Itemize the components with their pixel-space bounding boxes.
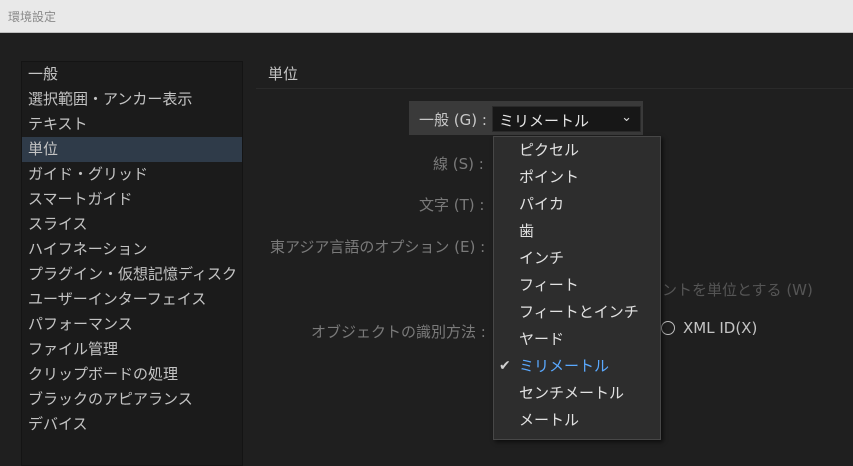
- general-unit-value: ミリメートル: [499, 112, 590, 130]
- sidebar-item-user-interface[interactable]: ユーザーインターフェイス: [22, 287, 242, 312]
- dropdown-option-pixels[interactable]: ピクセル: [494, 137, 660, 164]
- dropdown-option-feet[interactable]: フィート: [494, 272, 660, 299]
- section-title: 単位: [268, 65, 299, 83]
- dropdown-option-label: ミリメートル: [519, 357, 610, 375]
- east-asian-unit-label: 東アジア言語のオプション (E) :: [270, 238, 486, 256]
- stroke-unit-label: 線 (S) :: [433, 155, 484, 173]
- em-unit-checkbox-label[interactable]: ントを単位とする (W): [662, 279, 813, 300]
- checkmark-icon: ✔: [499, 358, 511, 374]
- sidebar-item-smart-guides[interactable]: スマートガイド: [22, 187, 242, 212]
- type-unit-label: 文字 (T) :: [419, 196, 485, 214]
- sidebar-item-slices[interactable]: スライス: [22, 212, 242, 237]
- dropdown-option-picas[interactable]: パイカ: [494, 191, 660, 218]
- sidebar-item-text[interactable]: テキスト: [22, 112, 242, 137]
- dropdown-option-yards[interactable]: ヤード: [494, 326, 660, 353]
- dropdown-option-centimeters[interactable]: センチメートル: [494, 380, 660, 407]
- sidebar-item-general[interactable]: 一般: [22, 62, 242, 87]
- general-unit-select[interactable]: ミリメートル ⌄: [492, 106, 641, 132]
- sidebar-item-performance[interactable]: パフォーマンス: [22, 312, 242, 337]
- sidebar-item-devices[interactable]: デバイス: [22, 412, 242, 437]
- xml-id-label[interactable]: XML ID(X): [683, 319, 757, 337]
- dropdown-option-meters[interactable]: メートル: [494, 407, 660, 434]
- sidebar-item-selection-anchor[interactable]: 選択範囲・アンカー表示: [22, 87, 242, 112]
- section-divider: [256, 88, 853, 89]
- object-id-label: オブジェクトの識別方法 :: [311, 323, 486, 341]
- unit-dropdown-menu: ピクセル ポイント パイカ 歯 インチ フィート フィートとインチ ヤード ✔ …: [493, 136, 661, 440]
- general-unit-row: 一般 (G) : ミリメートル ⌄: [409, 101, 643, 135]
- dropdown-option-inches[interactable]: インチ: [494, 245, 660, 272]
- dropdown-option-millimeters[interactable]: ✔ ミリメートル: [494, 353, 660, 380]
- chevron-down-icon: ⌄: [621, 110, 632, 125]
- general-unit-label: 一般 (G) :: [419, 111, 487, 129]
- dropdown-option-feet-inches[interactable]: フィートとインチ: [494, 299, 660, 326]
- window-title: 環境設定: [8, 10, 57, 24]
- sidebar-item-clipboard[interactable]: クリップボードの処理: [22, 362, 242, 387]
- preferences-sidebar: 一般 選択範囲・アンカー表示 テキスト 単位 ガイド・グリッド スマートガイド …: [21, 61, 243, 466]
- sidebar-item-units[interactable]: 単位: [22, 137, 242, 162]
- xml-id-radio[interactable]: [661, 321, 675, 335]
- dropdown-option-points[interactable]: ポイント: [494, 164, 660, 191]
- dropdown-option-ha[interactable]: 歯: [494, 218, 660, 245]
- sidebar-item-file-handling[interactable]: ファイル管理: [22, 337, 242, 362]
- sidebar-item-black-appearance[interactable]: ブラックのアピアランス: [22, 387, 242, 412]
- sidebar-item-guides-grid[interactable]: ガイド・グリッド: [22, 162, 242, 187]
- title-bar: 環境設定: [0, 0, 853, 33]
- sidebar-item-plugins-scratch-disks[interactable]: プラグイン・仮想記憶ディスク: [22, 262, 242, 287]
- sidebar-item-hyphenation[interactable]: ハイフネーション: [22, 237, 242, 262]
